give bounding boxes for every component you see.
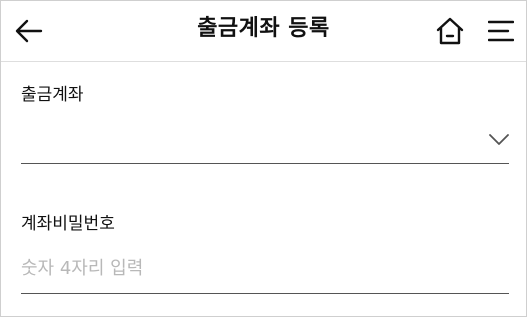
home-icon [436, 17, 464, 45]
password-input[interactable] [21, 251, 501, 285]
hamburger-menu-icon [488, 20, 514, 42]
menu-button[interactable] [483, 13, 519, 49]
home-button[interactable] [432, 13, 468, 49]
password-field [21, 245, 509, 294]
password-label: 계좌비밀번호 [21, 214, 115, 234]
account-label: 출금계좌 [21, 85, 84, 105]
account-select[interactable] [21, 115, 509, 164]
chevron-down-icon [489, 134, 509, 145]
header-bar: 출금계좌 등록 [1, 1, 526, 62]
app-screen: 출금계좌 등록 출금계좌 계좌비밀번호 [0, 0, 527, 317]
